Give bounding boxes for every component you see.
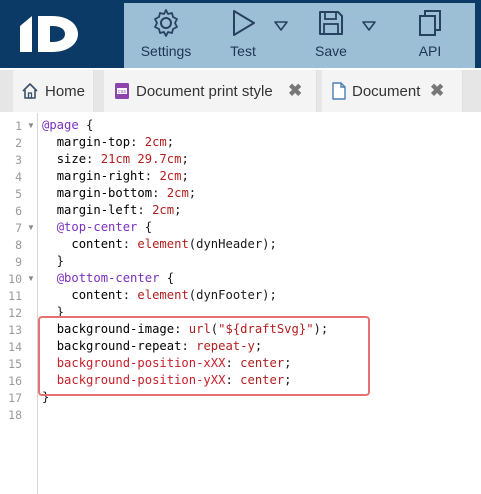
css-file-icon: css — [114, 82, 130, 100]
tab-document-print-style-label: Document print style — [136, 82, 273, 100]
highlight-box — [38, 316, 370, 396]
line-number: 15 — [8, 357, 22, 371]
line-number: 12 — [8, 306, 22, 320]
copy-icon — [416, 3, 444, 43]
line-number: 6 — [15, 204, 22, 218]
line-number: 2 — [15, 136, 22, 150]
svg-text:css: css — [118, 89, 126, 95]
code-line: margin-left: 2cm; — [56, 203, 182, 217]
code-line: content: element(dynHeader); — [71, 237, 277, 251]
code-line: size: 21cm 29.7cm; — [56, 152, 189, 166]
line-number: 14 — [8, 340, 22, 354]
fold-arrow-icon[interactable]: ▼ — [27, 223, 35, 232]
tab-document-label: Document — [352, 82, 421, 100]
line-number: 11 — [8, 289, 22, 303]
test-button[interactable]: Test — [216, 3, 270, 68]
line-number: 10 — [8, 272, 22, 286]
code-line: content: element(dynFooter); — [71, 288, 277, 302]
test-label: Test — [230, 43, 256, 59]
line-number: 1 — [15, 119, 22, 133]
test-dropdown-chevron-icon[interactable] — [274, 19, 288, 37]
code-line: @page { — [42, 118, 94, 132]
tab-document[interactable]: Document ✖ — [322, 70, 463, 112]
top-bar: Settings Test Save API — [0, 0, 481, 68]
tab-document-print-style[interactable]: css Document print style ✖ — [104, 70, 317, 112]
code-line: margin-bottom: 2cm; — [56, 186, 197, 200]
line-number: 17 — [8, 391, 22, 405]
app-logo[interactable] — [0, 0, 122, 68]
fold-arrow-icon[interactable]: ▼ — [27, 121, 35, 130]
save-label: Save — [315, 43, 347, 59]
api-button[interactable]: API — [402, 3, 458, 68]
code-line: } — [42, 254, 65, 268]
line-number: 18 — [8, 408, 22, 422]
code-line: @bottom-center { — [56, 271, 175, 285]
fold-arrow-icon[interactable]: ▼ — [27, 274, 35, 283]
line-number: 16 — [8, 374, 22, 388]
save-button[interactable]: Save — [304, 3, 358, 68]
line-number: 3 — [15, 153, 22, 167]
close-tab-icon[interactable]: ✖ — [430, 81, 444, 101]
gear-icon — [151, 3, 181, 43]
save-dropdown-chevron-icon[interactable] — [362, 19, 376, 37]
settings-label: Settings — [140, 43, 192, 59]
document-icon — [332, 82, 346, 100]
code-line: margin-top: 2cm; — [56, 135, 175, 149]
api-label: API — [418, 43, 442, 59]
home-icon — [21, 82, 39, 100]
logo-icon — [20, 16, 78, 52]
tab-home-label: Home — [45, 82, 86, 100]
tab-bar: Home css Document print style ✖ Document… — [0, 70, 481, 112]
tab-home[interactable]: Home — [13, 70, 94, 112]
line-number: 5 — [15, 187, 22, 201]
play-icon — [229, 3, 257, 43]
line-number: 9 — [15, 255, 22, 269]
floppy-disk-icon — [317, 3, 345, 43]
code-line: margin-right: 2cm; — [56, 169, 189, 183]
code-line: @top-center { — [56, 220, 153, 234]
line-number: 8 — [15, 238, 22, 252]
line-number: 13 — [8, 323, 22, 337]
code-editor[interactable]: 1 2 3 4 5 6 7 8 9 10 11 12 13 14 15 16 1… — [0, 113, 481, 494]
close-tab-icon[interactable]: ✖ — [288, 81, 302, 101]
line-number: 7 — [15, 221, 22, 235]
line-number: 4 — [15, 170, 22, 184]
toolbar: Settings Test Save API — [124, 3, 475, 68]
line-number-gutter: 1 2 3 4 5 6 7 8 9 10 11 12 13 14 15 16 1… — [0, 113, 38, 494]
settings-button[interactable]: Settings — [134, 3, 198, 68]
